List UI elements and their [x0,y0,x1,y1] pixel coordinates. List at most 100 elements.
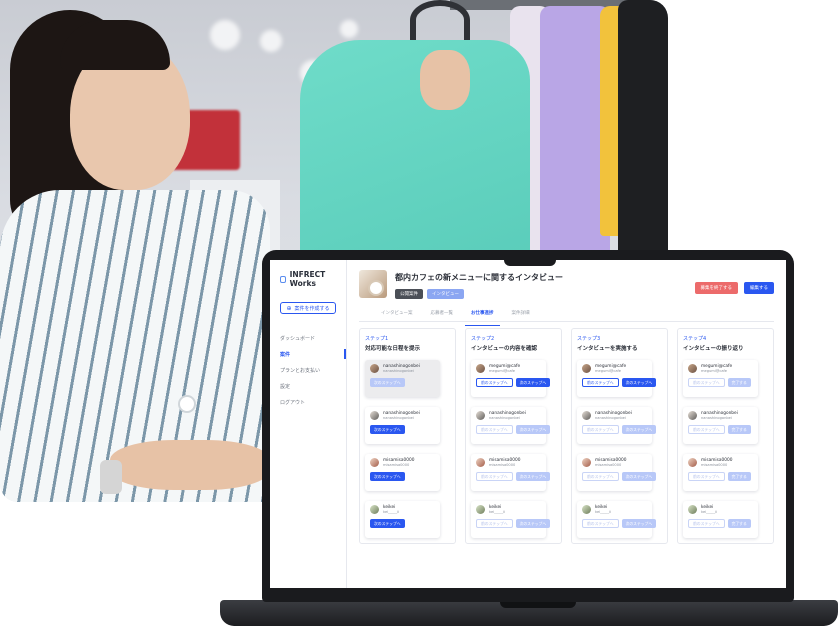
tab-progress[interactable]: お仕事進捗 [465,310,499,326]
applicant-id: nanashinogonbei [701,416,732,421]
next-step-button[interactable]: 次のステップへ [370,472,405,482]
applicant-id: megumi@cafe [489,369,516,374]
project-thumbnail [359,270,387,298]
next-step-button[interactable]: 次のステップへ [370,378,405,388]
applicant-id: kei_____ii [383,510,400,515]
prev-step-button[interactable]: 前のステップへ [582,519,619,529]
next-step-button[interactable]: 次のステップへ [621,425,657,435]
sidebar-item-projects[interactable]: 案件 [280,346,346,362]
sidebar-nav: ダッシュボード 案件 プランとお支払い 設定 ログアウト [280,330,346,410]
step-column: ステップ1 対応可能な日程を提示 nanashinogonbei nanashinog… [359,328,456,544]
next-step-button[interactable]: 次のステップへ [515,425,551,435]
sidebar-item-dashboard[interactable]: ダッシュボード [280,330,336,346]
applicant-info: nanashinogonbei nanashinogonbei [370,364,435,374]
sidebar-item-logout[interactable]: ログアウト [280,394,336,410]
prev-step-button[interactable]: 前のステップへ [476,519,513,529]
card-actions: 次のステップへ [370,519,435,529]
applicant-card[interactable]: nanashinogonbei nanashinogonbei 前のステップへ 次のス… [577,407,657,444]
app-logo[interactable]: INFRECT Works [280,270,336,288]
sidebar-item-plans[interactable]: プランとお支払い [280,362,336,378]
tab-project-details[interactable]: 案件詳細 [512,310,530,321]
hand [110,440,270,490]
tab-applicants[interactable]: 応募者一覧 [431,310,454,321]
prev-step-button[interactable]: 前のステップへ [688,519,725,529]
next-step-button[interactable]: 次のステップへ [621,378,657,388]
applicant-card[interactable]: nanashinogonbei nanashinogonbei 次のステップへ [365,360,440,397]
applicant-info: misamisa0000 misamisa0000 [688,458,753,468]
card-actions: 前のステップへ 次のステップへ [582,378,657,388]
applicant-card[interactable]: misamisa0000 misamisa0000 前のステップへ 次のステップへ [471,454,551,491]
column-step-label: ステップ2 [471,336,495,342]
applicant-info: keikei kei_____ii [688,505,753,515]
card-actions: 前のステップへ 次のステップへ [476,519,551,529]
applicant-id: nanashinogonbei [383,369,414,374]
applicant-card[interactable]: keikei kei_____ii 前のステップへ 次のステップへ [577,501,657,538]
sidebar-item-settings[interactable]: 設定 [280,378,336,394]
applicant-id: megumi@cafe [701,369,728,374]
prev-step-button[interactable]: 前のステップへ [688,378,725,388]
applicant-card[interactable]: megumi@cafe megumi@cafe 前のステップへ 次のステップへ [577,360,657,397]
tab-interview-plan[interactable]: インタビュー案 [381,310,413,321]
next-step-button[interactable]: 次のステップへ [515,519,551,529]
prev-step-button[interactable]: 前のステップへ [476,472,513,482]
applicant-card[interactable]: keikei kei_____ii 前のステップへ 次のステップへ [471,501,551,538]
next-step-button[interactable]: 完了する [727,425,751,435]
applicant-card[interactable]: megumi@cafe megumi@cafe 前のステップへ 完了する [683,360,758,397]
applicant-card[interactable]: keikei kei_____ii 前のステップへ 完了する [683,501,758,538]
applicant-id: misamisa0000 [701,463,728,468]
prev-step-button[interactable]: 前のステップへ [582,472,619,482]
applicant-card[interactable]: nanashinogonbei nanashinogonbei 次のステップへ [365,407,440,444]
prev-step-button[interactable]: 前のステップへ [476,425,513,435]
camera-notch [504,250,556,266]
next-step-button[interactable]: 次のステップへ [621,472,657,482]
logo-text: INFRECT Works [289,270,326,288]
prev-step-button[interactable]: 前のステップへ [476,378,513,388]
end-recruitment-button[interactable]: 募集を終了する [694,282,738,294]
card-actions: 前のステップへ 次のステップへ [476,472,551,482]
prev-step-button[interactable]: 前のステップへ [688,425,725,435]
applicant-id: misamisa0000 [383,463,410,468]
card-actions: 前のステップへ 次のステップへ [582,425,657,435]
applicant-card[interactable]: misamisa0000 misamisa0000 前のステップへ 完了する [683,454,758,491]
next-step-button[interactable]: 完了する [727,472,751,482]
next-step-button[interactable]: 次のステップへ [515,378,551,388]
applicant-card[interactable]: nanashinogonbei nanashinogonbei 前のステップへ 次のス… [471,407,551,444]
avatar [476,458,485,468]
tag-interview: インタビュー [427,289,464,299]
plus-icon: ⊕ [286,304,292,312]
applicant-info: nanashinogonbei nanashinogonbei [582,411,647,421]
column-step-label: ステップ4 [683,336,707,342]
next-step-button[interactable]: 次のステップへ [370,519,405,529]
prev-step-button[interactable]: 前のステップへ [582,425,619,435]
card-actions: 前のステップへ 完了する [688,425,753,435]
light-bokeh [210,20,240,50]
card-actions: 次のステップへ [370,378,435,388]
applicant-card[interactable]: misamisa0000 misamisa0000 次のステップへ [365,454,440,491]
prev-step-button[interactable]: 前のステップへ [582,378,619,388]
applicant-info: keikei kei_____ii [476,505,541,515]
create-project-button[interactable]: ⊕ 案件を作成する [280,302,336,314]
logo-icon [280,275,286,283]
applicant-card[interactable]: misamisa0000 misamisa0000 前のステップへ 次のステップへ [577,454,657,491]
hand [420,50,470,110]
applicant-id: nanashinogonbei [489,416,520,421]
next-step-button[interactable]: 次のステップへ [515,472,551,482]
next-step-button[interactable]: 次のステップへ [621,519,657,529]
next-step-button[interactable]: 完了する [727,378,751,388]
column-title: インタビューを実施する [577,346,638,352]
applicant-info: nanashinogonbei nanashinogonbei [476,411,541,421]
column-step-label: ステップ3 [577,336,601,342]
card-actions: 前のステップへ 次のステップへ [476,378,551,388]
next-step-button[interactable]: 次のステップへ [370,425,405,435]
applicant-card[interactable]: nanashinogonbei nanashinogonbei 前のステップへ 完了す… [683,407,758,444]
column-title: 対応可能な日程を提示 [365,346,421,352]
applicant-card[interactable]: keikei kei_____ii 次のステップへ [365,501,440,538]
applicant-id: nanashinogonbei [383,416,414,421]
prev-step-button[interactable]: 前のステップへ [688,472,725,482]
applicant-card[interactable]: megumi@cafe megumi@cafe 前のステップへ 次のステップへ [471,360,551,397]
step-column: ステップ2 インタビューの内容を確認 megumi@cafe megumi@cafe 前… [465,328,562,544]
applicant-id: kei_____ii [595,510,612,515]
edit-button[interactable]: 編集する [744,282,774,294]
next-step-button[interactable]: 完了する [727,519,751,529]
avatar [476,411,485,421]
